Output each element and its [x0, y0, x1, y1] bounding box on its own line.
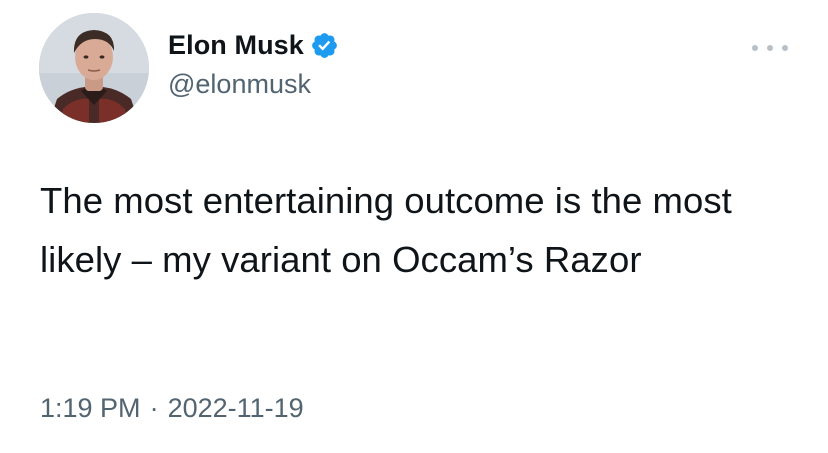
name-row: Elon Musk [168, 27, 339, 63]
author-block: Elon Musk @elonmusk [168, 27, 339, 100]
more-horizontal-icon-dot [767, 45, 773, 51]
tweet-time[interactable]: 1:19 PM [40, 393, 141, 424]
tweet-text: The most entertaining outcome is the mos… [40, 180, 732, 280]
meta-separator: · [149, 393, 159, 423]
tweet-meta: 1:19 PM · 2022-11-19 [40, 393, 304, 424]
handle[interactable]: @elonmusk [168, 69, 339, 100]
display-name[interactable]: Elon Musk [168, 30, 304, 61]
avatar[interactable] [39, 13, 149, 123]
more-horizontal-icon [752, 45, 758, 51]
profile-photo-icon [39, 13, 149, 123]
tweet-date[interactable]: 2022-11-19 [168, 393, 304, 424]
tweet-card: Elon Musk @elonmusk The most entertainin… [0, 0, 828, 453]
verified-badge-icon [310, 31, 339, 60]
more-horizontal-icon-dot [782, 45, 788, 51]
more-menu-button[interactable] [752, 40, 788, 56]
